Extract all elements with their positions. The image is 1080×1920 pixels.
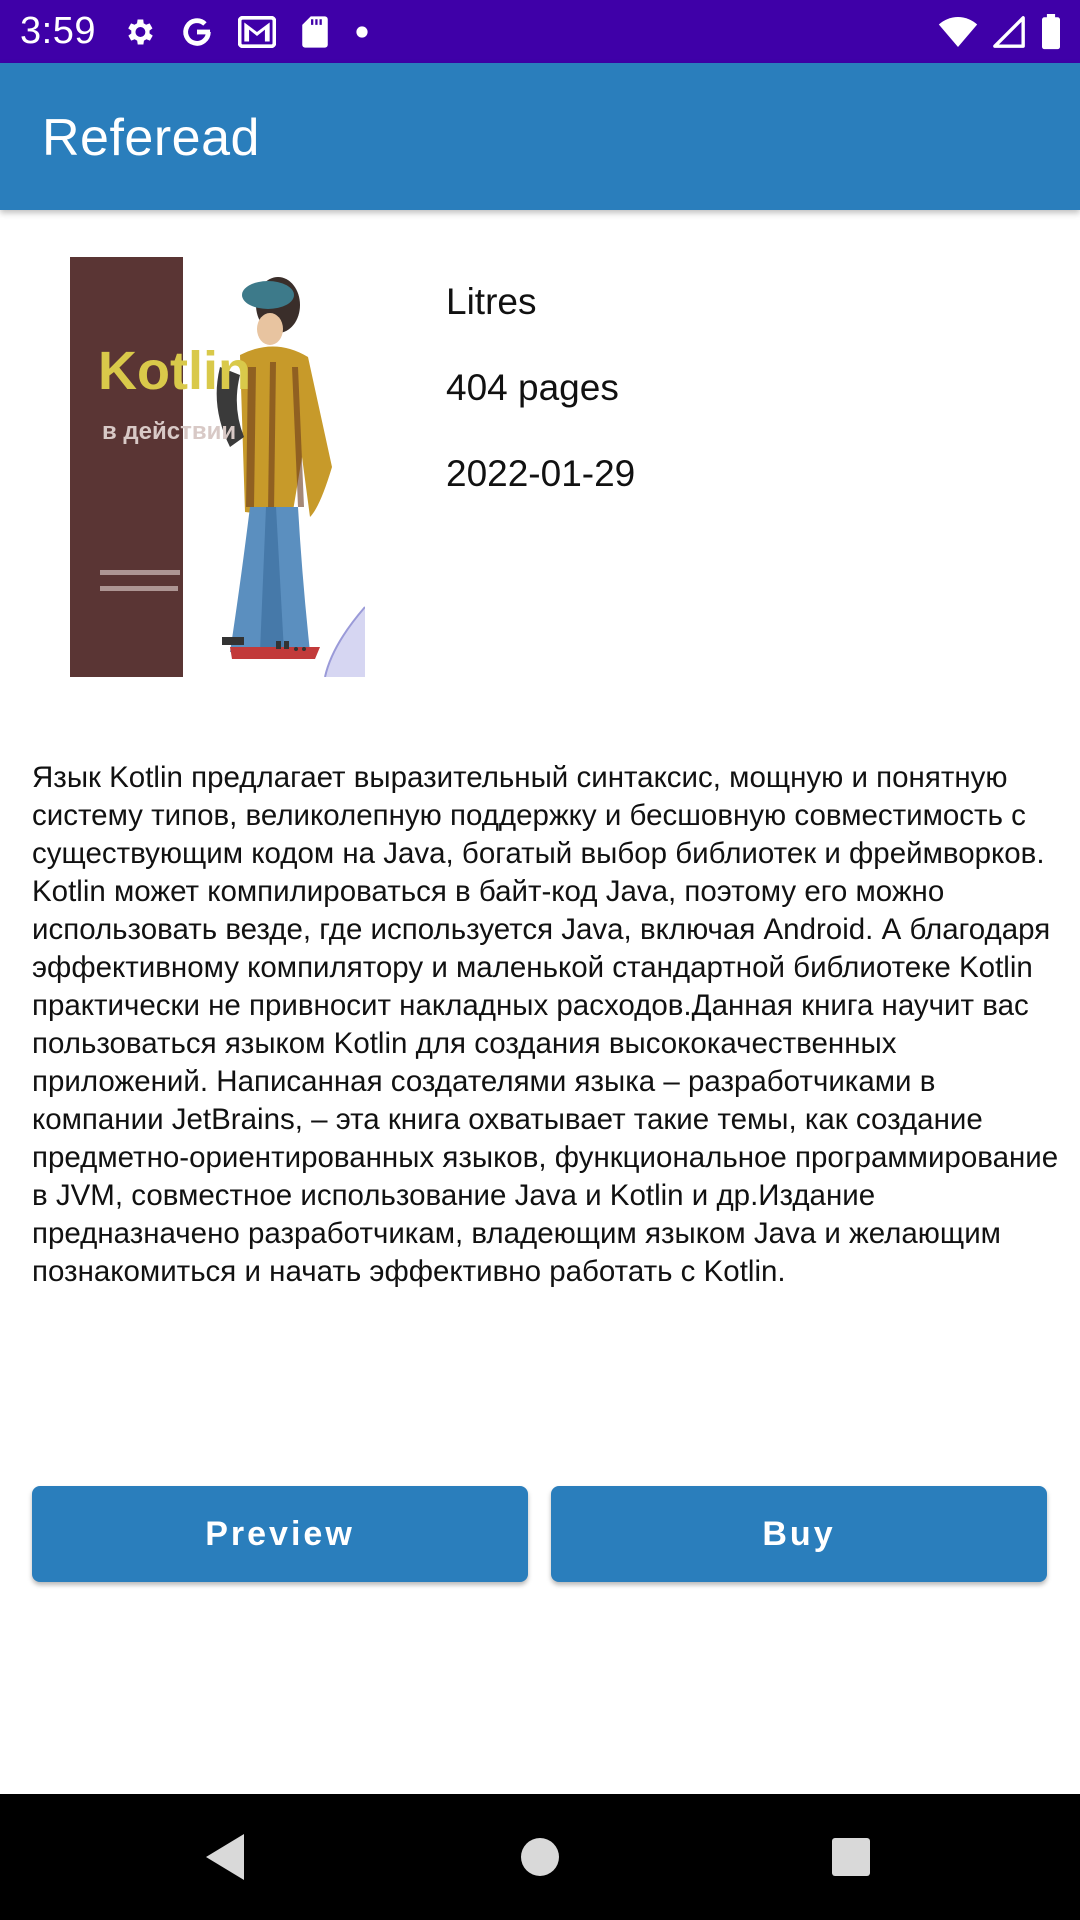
navigation-bar bbox=[0, 1794, 1080, 1920]
google-g-icon bbox=[180, 15, 214, 49]
app-bar: Referead bbox=[0, 63, 1080, 210]
notification-dot-icon bbox=[354, 24, 370, 40]
settings-gear-icon bbox=[122, 15, 156, 49]
gmail-icon bbox=[238, 16, 276, 48]
wifi-icon bbox=[938, 15, 978, 49]
status-icons-right bbox=[938, 12, 1062, 52]
back-icon[interactable] bbox=[192, 1824, 258, 1890]
buy-button[interactable]: Buy bbox=[551, 1486, 1047, 1582]
cover-title: Kotlin bbox=[98, 341, 251, 401]
book-pages: 404 pages bbox=[446, 367, 619, 408]
app-screen: 3:59 Referead Kotlin в действии Litres 4… bbox=[0, 0, 1080, 1920]
app-title: Referead bbox=[42, 109, 260, 167]
cellular-signal-icon bbox=[992, 15, 1026, 49]
book-date: 2022-01-29 bbox=[446, 453, 636, 494]
status-icons-left bbox=[122, 12, 370, 52]
home-icon[interactable] bbox=[507, 1824, 573, 1890]
book-publisher: Litres bbox=[446, 281, 537, 322]
status-time: 3:59 bbox=[20, 10, 96, 52]
battery-icon bbox=[1040, 14, 1062, 50]
cover-subtitle: в действии bbox=[102, 418, 236, 445]
sd-card-icon bbox=[300, 15, 330, 49]
book-description: Язык Kotlin предлагает выразительный син… bbox=[32, 761, 1059, 1288]
book-cover-image: Kotlin в действии bbox=[70, 257, 365, 677]
recents-icon[interactable] bbox=[818, 1824, 884, 1890]
status-bar: 3:59 bbox=[0, 0, 1080, 63]
preview-button[interactable]: Preview bbox=[32, 1486, 528, 1582]
